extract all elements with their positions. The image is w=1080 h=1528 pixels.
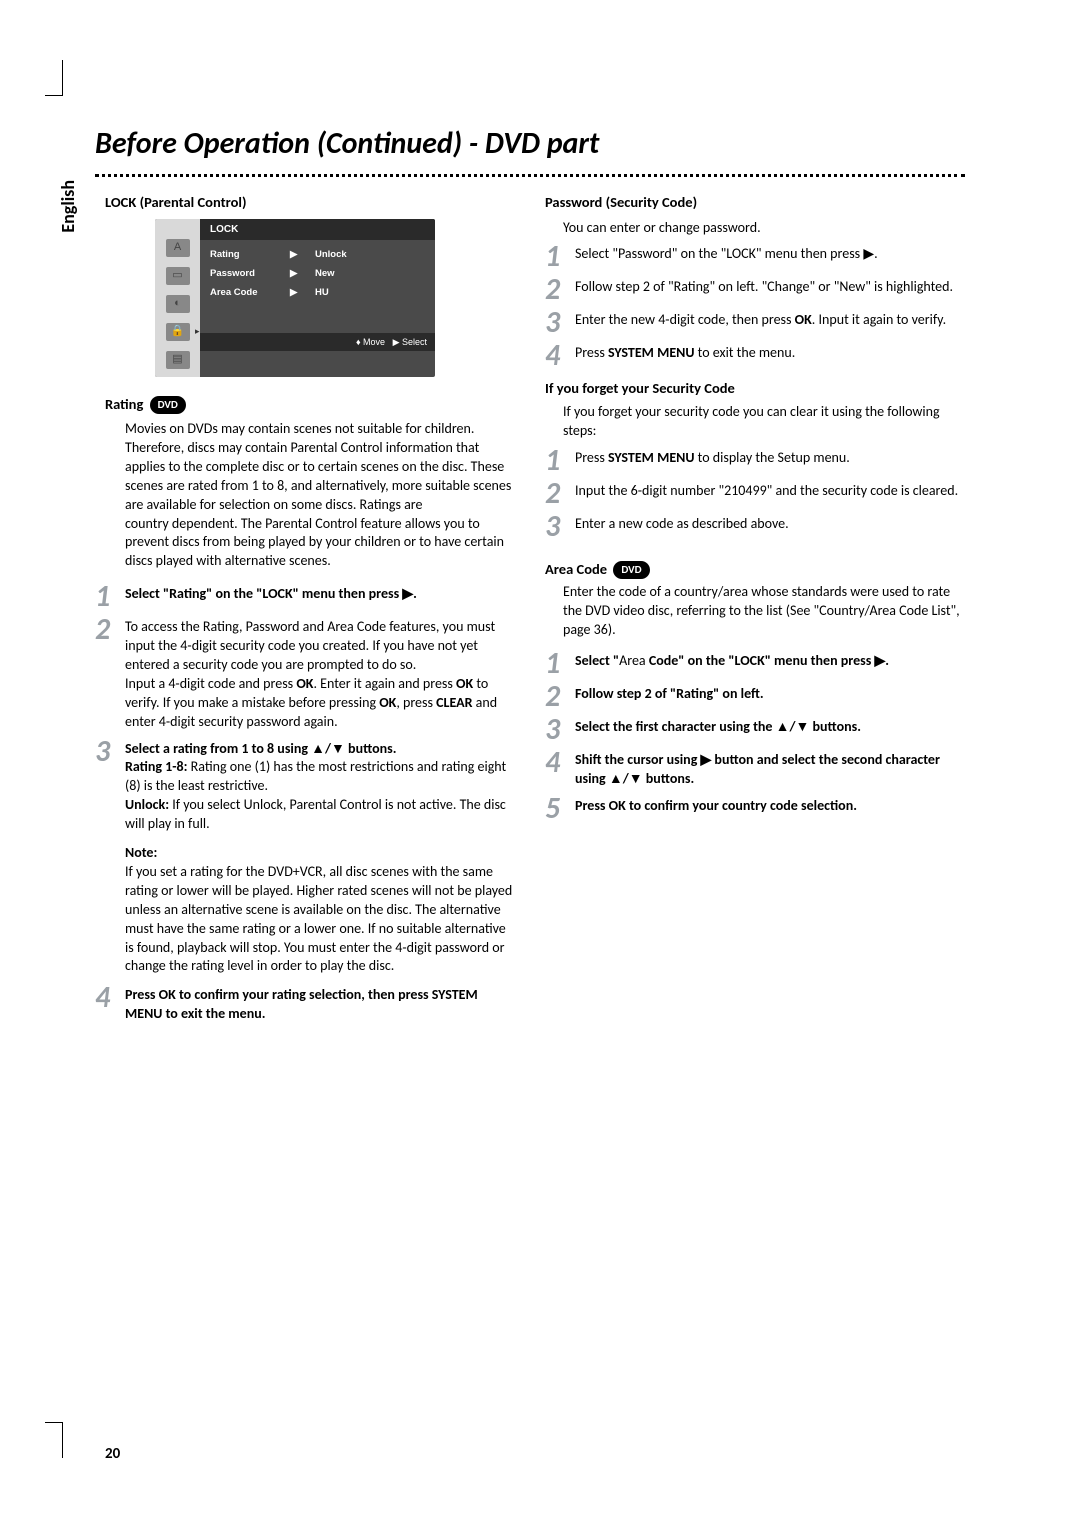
step: 5 Press OK to confirm your country code … (545, 795, 965, 822)
step-text: Select the first character using the ▲/▼… (575, 716, 965, 743)
step-number: 1 (545, 243, 575, 270)
step-text: Follow step 2 of "Rating" on left. (575, 683, 965, 710)
step-text: Select "Area Code" on the "LOCK" menu th… (575, 650, 965, 677)
osd-icon-display: ▭ (166, 267, 190, 285)
step-number: 2 (545, 683, 575, 710)
osd-title: LOCK (200, 219, 435, 241)
osd-icon-lock: 🔒 (166, 323, 190, 341)
osd-footer: ♦ Move ▶ Select (200, 333, 435, 351)
page-number: 20 (105, 1444, 515, 1464)
crop-mark (45, 1422, 63, 1458)
step-number: 3 (545, 309, 575, 336)
step-text: Follow step 2 of "Rating" on left. "Chan… (575, 276, 965, 303)
password-heading: Password (Security Code) (545, 193, 965, 213)
step: 3 Enter the new 4-digit code, then press… (545, 309, 965, 336)
crop-mark (45, 60, 63, 96)
note-block: Note: If you set a rating for the DVD+VC… (125, 844, 515, 976)
osd-value: HU (315, 287, 425, 300)
step-text: To access the Rating, Password and Area … (125, 616, 515, 731)
step: 1 Select "Rating" on the "LOCK" menu the… (95, 583, 515, 610)
step: 2 Follow step 2 of "Rating" on left. "Ch… (545, 276, 965, 303)
step-text: Enter a new code as described above. (575, 513, 965, 540)
step: 2 Input the 6-digit number "210499" and … (545, 480, 965, 507)
step: 1 Select "Password" on the "LOCK" menu t… (545, 243, 965, 270)
step: 2 Follow step 2 of "Rating" on left. (545, 683, 965, 710)
osd-menu: A ▭ ◐ 🔒 ▤ LOCK Rating ▶ Unlock (155, 219, 435, 377)
step-number: 3 (545, 716, 575, 743)
password-intro: You can enter or change password. (563, 219, 965, 238)
osd-panel: LOCK Rating ▶ Unlock Password ▶ New (200, 219, 435, 377)
dvd-badge: DVD (150, 396, 186, 414)
dotted-rule (95, 174, 965, 177)
osd-arrow-icon: ▶ (290, 249, 315, 262)
step-text: Select "Rating" on the "LOCK" menu then … (125, 583, 515, 610)
step-number: 4 (545, 342, 575, 369)
step-number: 2 (545, 480, 575, 507)
osd-icon-rail: A ▭ ◐ 🔒 ▤ (155, 219, 200, 377)
osd-value: Unlock (315, 249, 425, 262)
dvd-badge: DVD (613, 561, 649, 579)
note-body: If you set a rating for the DVD+VCR, all… (125, 863, 515, 976)
language-tab: English (56, 178, 80, 235)
area-code-heading: Area Code DVD (545, 560, 965, 580)
step-text: Press SYSTEM MENU to display the Setup m… (575, 447, 965, 474)
osd-move-hint: ♦ Move (356, 337, 385, 347)
rating-body: Movies on DVDs may contain scenes not su… (125, 420, 515, 571)
osd-row: Rating ▶ Unlock (210, 246, 425, 265)
page-title: Before Operation (Continued) - DVD part (95, 125, 965, 164)
step: 1 Select "Area Code" on the "LOCK" menu … (545, 650, 965, 677)
step: 4 Press SYSTEM MENU to exit the menu. (545, 342, 965, 369)
step-number: 1 (545, 447, 575, 474)
page-content: Before Operation (Continued) - DVD part … (95, 125, 965, 1464)
forget-intro: If you forget your security code you can… (563, 403, 965, 441)
step: 3 Select a rating from 1 to 8 using ▲/▼ … (95, 738, 515, 834)
osd-arrow-icon: ▶ (290, 287, 315, 300)
step-number: 2 (95, 616, 125, 731)
osd-arrow-icon: ▶ (290, 268, 315, 281)
osd-key: Area Code (210, 287, 290, 300)
osd-row: Area Code ▶ HU (210, 284, 425, 303)
osd-row: Password ▶ New (210, 265, 425, 284)
note-heading: Note: (125, 844, 515, 863)
step-text: Input the 6-digit number "210499" and th… (575, 480, 965, 507)
step-text: Enter the new 4-digit code, then press O… (575, 309, 965, 336)
osd-icon-other: ▤ (166, 351, 190, 369)
columns: LOCK (Parental Control) A ▭ ◐ 🔒 ▤ LOCK R… (95, 189, 965, 1464)
column-left: LOCK (Parental Control) A ▭ ◐ 🔒 ▤ LOCK R… (95, 189, 515, 1464)
step: 2 To access the Rating, Password and Are… (95, 616, 515, 731)
step: 4 Shift the cursor using ▶ button and se… (545, 749, 965, 789)
forget-heading: If you forget your Security Code (545, 379, 965, 399)
step-text: Press SYSTEM MENU to exit the menu. (575, 342, 965, 369)
osd-select-hint: ▶ Select (393, 337, 427, 347)
step-text: Select "Password" on the "LOCK" menu the… (575, 243, 965, 270)
step: 4 Press OK to confirm your rating select… (95, 984, 515, 1024)
osd-value: New (315, 268, 425, 281)
step-number: 3 (545, 513, 575, 540)
osd-rows: Rating ▶ Unlock Password ▶ New Area Code… (200, 240, 435, 332)
step: 3 Select the first character using the ▲… (545, 716, 965, 743)
step-text: Shift the cursor using ▶ button and sele… (575, 749, 965, 789)
step-number: 2 (545, 276, 575, 303)
step: 1 Press SYSTEM MENU to display the Setup… (545, 447, 965, 474)
step-text: Press OK to confirm your rating selectio… (125, 984, 515, 1024)
osd-key: Password (210, 268, 290, 281)
step-number: 4 (545, 749, 575, 789)
lock-heading: LOCK (Parental Control) (105, 193, 515, 213)
step-number: 1 (95, 583, 125, 610)
rating-heading: Rating DVD (105, 395, 515, 415)
osd-icon-lang: A (166, 239, 190, 257)
step-number: 4 (95, 984, 125, 1024)
area-intro: Enter the code of a country/area whose s… (563, 583, 965, 640)
osd-icon-audio: ◐ (166, 295, 190, 313)
step-number: 5 (545, 795, 575, 822)
step-number: 1 (545, 650, 575, 677)
step-number: 3 (95, 738, 125, 834)
step-text: Press OK to confirm your country code se… (575, 795, 965, 822)
column-right: Password (Security Code) You can enter o… (545, 189, 965, 1464)
step-text: Select a rating from 1 to 8 using ▲/▼ bu… (125, 738, 515, 834)
osd-key: Rating (210, 249, 290, 262)
step: 3 Enter a new code as described above. (545, 513, 965, 540)
